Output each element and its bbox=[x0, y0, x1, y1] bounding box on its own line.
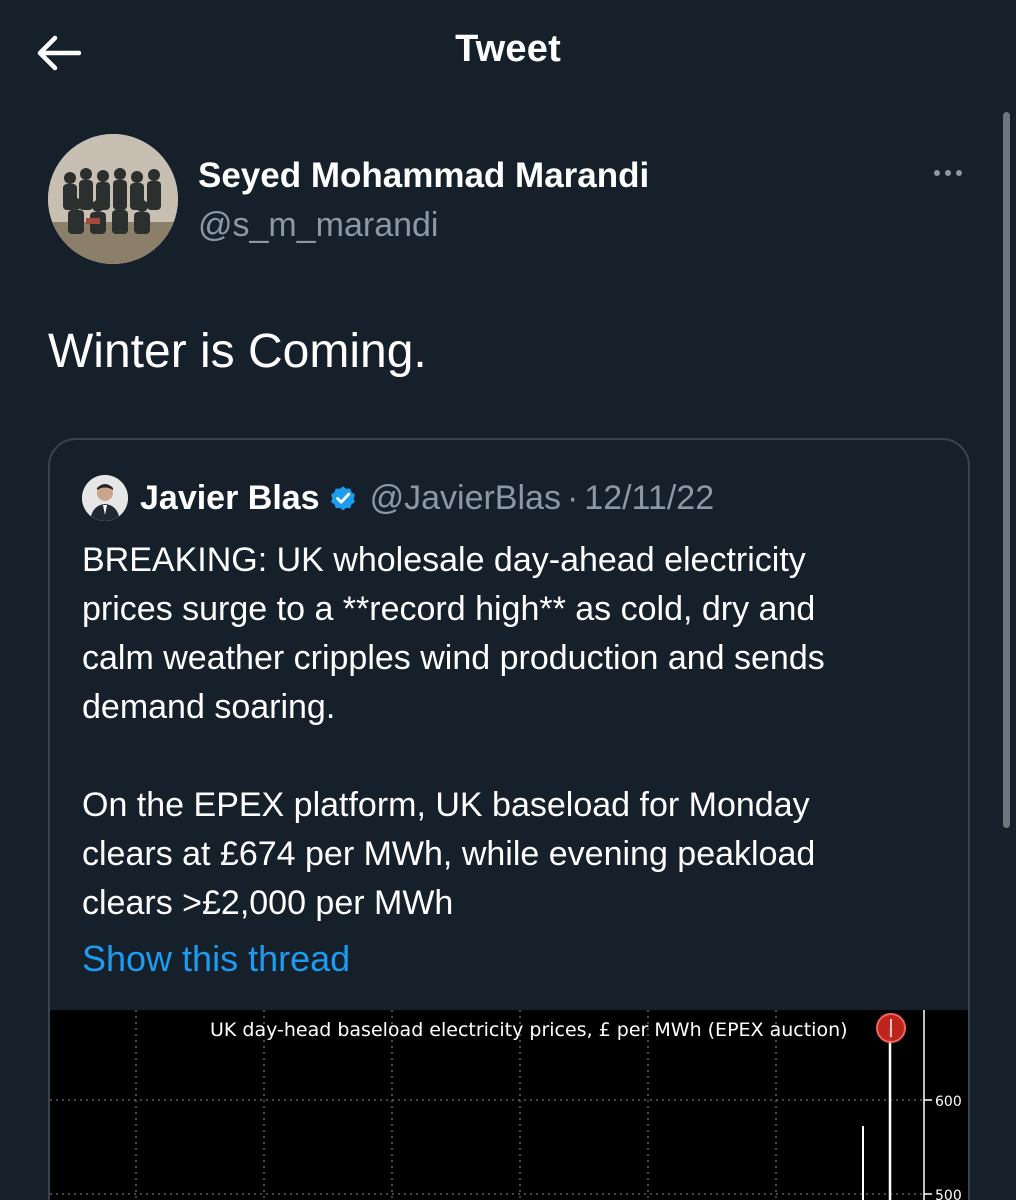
quoted-text-line: calm weather cripples wind production an… bbox=[82, 639, 825, 677]
y-tick-label: 500 bbox=[935, 1188, 962, 1200]
more-options-button[interactable] bbox=[928, 158, 968, 188]
price-chart-image[interactable]: UK day-head baseload electricity prices,… bbox=[50, 1010, 968, 1200]
show-thread-link[interactable]: Show this thread bbox=[82, 938, 350, 980]
avatar[interactable] bbox=[48, 134, 178, 264]
separator-dot: · bbox=[566, 478, 579, 517]
quoted-text-line: clears at £674 per MWh, while evening pe… bbox=[82, 835, 816, 873]
quoted-author-name[interactable]: Javier Blas bbox=[140, 479, 320, 518]
chart-title: UK day-head baseload electricity prices,… bbox=[210, 1019, 848, 1041]
top-bar: Tweet bbox=[0, 0, 1016, 106]
quoted-tweet-text: BREAKING: UK wholesale day-ahead electri… bbox=[82, 536, 942, 928]
verified-badge-icon bbox=[328, 483, 358, 513]
quoted-text-line: BREAKING: UK wholesale day-ahead electri… bbox=[82, 541, 806, 579]
page-title: Tweet bbox=[455, 28, 561, 70]
y-tick-label: 600 bbox=[935, 1094, 962, 1110]
quoted-text-line: On the EPEX platform, UK baseload for Mo… bbox=[82, 786, 810, 824]
scrollbar[interactable] bbox=[1003, 112, 1010, 828]
tweet-author: Seyed Mohammad Marandi @s_m_marandi bbox=[48, 134, 968, 266]
quoted-tweet[interactable]: Javier Blas @JavierBlas · 12/11/22 BREAK… bbox=[48, 438, 970, 1200]
chart-canvas: UK day-head baseload electricity prices,… bbox=[50, 1010, 962, 1200]
quoted-tweet-header: Javier Blas @JavierBlas · 12/11/22 bbox=[82, 474, 714, 522]
quoted-text-line: prices surge to a **record high** as col… bbox=[82, 590, 816, 628]
tweet-detail-screen: Tweet Seyed Mohammad Marandi @s_m_marand… bbox=[0, 0, 1016, 1200]
quoted-author-handle[interactable]: @JavierBlas bbox=[370, 479, 561, 518]
author-handle[interactable]: @s_m_marandi bbox=[198, 206, 439, 245]
quoted-text-line: demand soaring. bbox=[82, 688, 336, 726]
more-dots-icon bbox=[934, 170, 940, 176]
author-name[interactable]: Seyed Mohammad Marandi bbox=[198, 156, 649, 196]
quoted-avatar[interactable] bbox=[82, 475, 128, 521]
quoted-text-line: clears >£2,000 per MWh bbox=[82, 884, 454, 922]
quoted-tweet-date[interactable]: 12/11/22 bbox=[584, 479, 714, 518]
tweet-text: Winter is Coming. bbox=[48, 325, 427, 378]
